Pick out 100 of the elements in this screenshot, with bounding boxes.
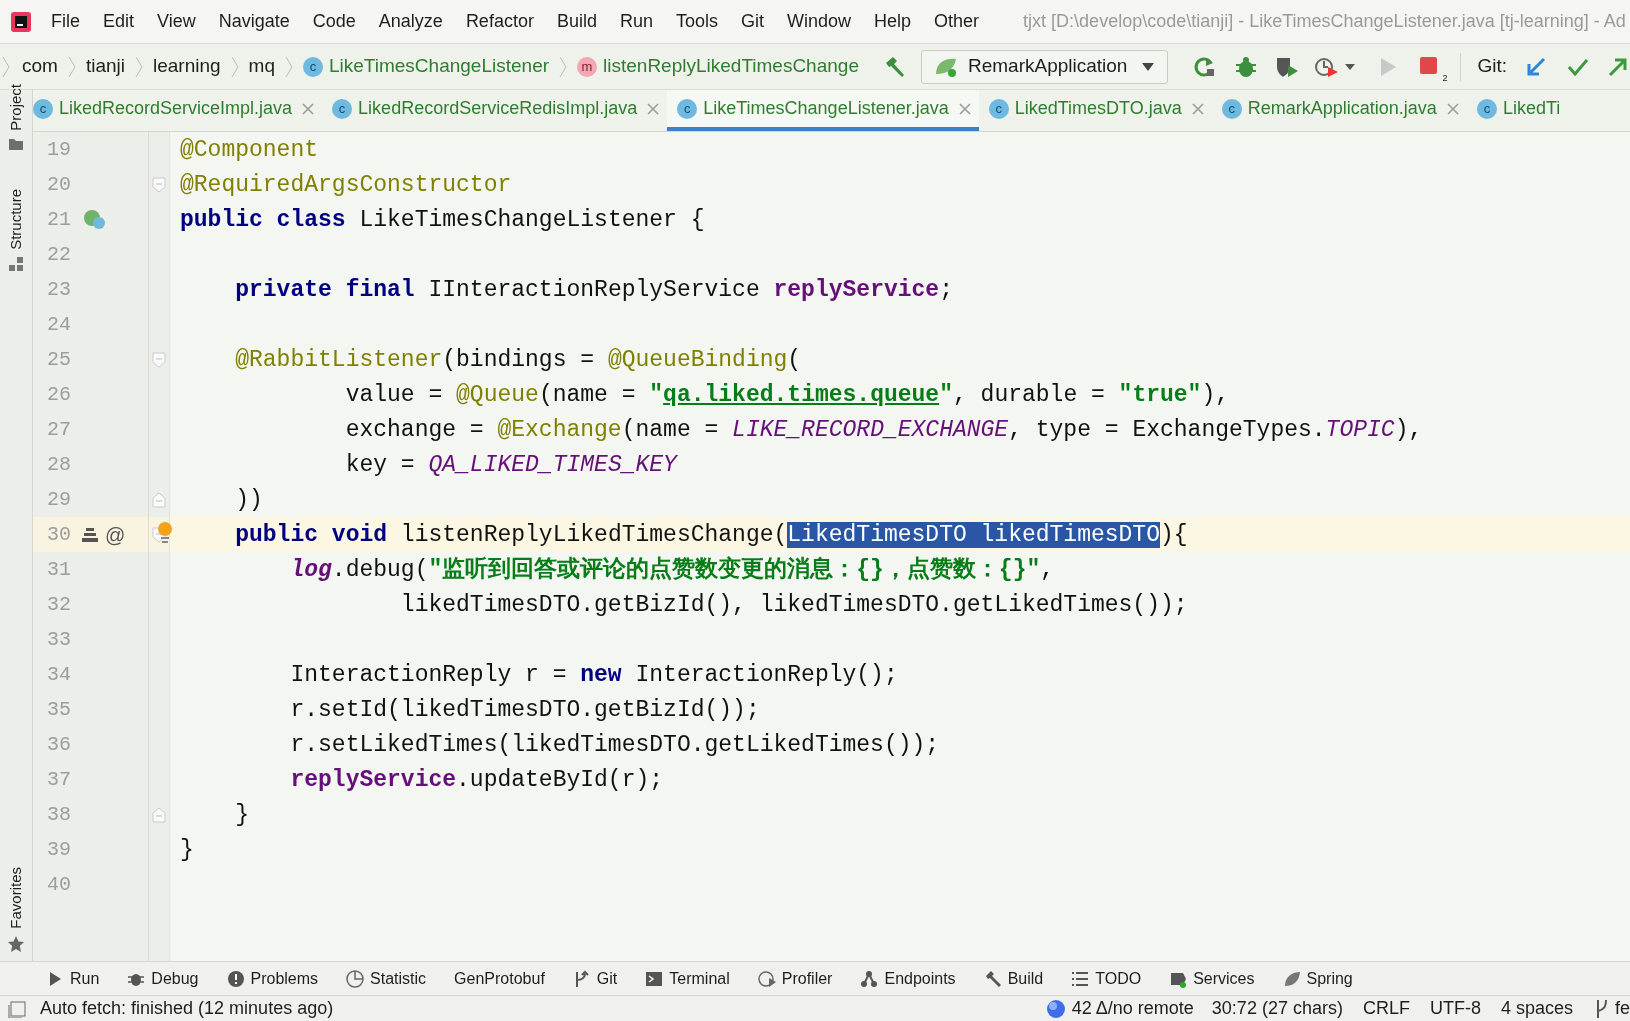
indent-setting[interactable]: 4 spaces: [1500, 996, 1573, 1021]
editor-tab[interactable]: c LikedRecordServiceRedisImpl.java: [322, 90, 668, 131]
bean-icon[interactable]: [83, 208, 107, 231]
terminal-icon: [645, 969, 664, 988]
rerun-icon[interactable]: [1192, 54, 1217, 79]
menu-item[interactable]: Window: [786, 8, 853, 35]
code-line: private final IInteractionReplyService replyService;: [234, 275, 953, 305]
tool-window-tab[interactable]: Favorites: [4, 867, 28, 953]
implements-marker[interactable]: @: [105, 519, 126, 550]
close-icon[interactable]: [1446, 102, 1459, 115]
breadcrumb-item[interactable]: mq: [248, 52, 275, 81]
tool-window-button[interactable]: Endpoints: [860, 966, 956, 991]
lightbulb-icon[interactable]: [156, 521, 174, 545]
menu-item[interactable]: Help: [873, 8, 913, 35]
line-number: 21: [46, 206, 71, 233]
close-icon[interactable]: [647, 102, 660, 115]
line-number: 28: [46, 451, 71, 478]
tool-window-button[interactable]: TODO: [1071, 966, 1142, 991]
profiler-icon: [757, 969, 776, 988]
chevron-icon: [285, 55, 293, 78]
code-line: @RabbitListener(bindings = @QueueBinding(: [234, 345, 802, 375]
close-icon[interactable]: [1191, 102, 1204, 115]
line-number: 35: [46, 696, 71, 723]
menu-item[interactable]: Tools: [674, 8, 719, 35]
tool-window-button[interactable]: Profiler: [757, 966, 833, 991]
window-title: tjxt [D:\develop\code\tianji] - LikeTimesChangeListener.java [tj-learning] - Ad: [1023, 10, 1626, 33]
code-line: replyService.updateById(r);: [289, 765, 664, 795]
tool-window-button[interactable]: Services: [1169, 966, 1255, 991]
menu-item[interactable]: View: [156, 8, 197, 35]
code-line: log.debug("监听到回答或评论的点赞数变更的消息：{}，点赞数：{}",: [289, 555, 1055, 585]
menu-item[interactable]: Edit: [102, 8, 136, 35]
tool-window-button[interactable]: Build: [983, 966, 1044, 991]
file-encoding[interactable]: UTF-8: [1429, 996, 1481, 1021]
breadcrumb-item[interactable]: com: [22, 52, 58, 81]
line-number: 33: [46, 626, 71, 653]
line-separator[interactable]: CRLF: [1362, 996, 1410, 1021]
menu-item[interactable]: Code: [311, 8, 357, 35]
stack-icon[interactable]: [81, 525, 99, 544]
chevron-icon: [230, 55, 239, 78]
line-number: 22: [46, 241, 71, 268]
code-line: }: [180, 835, 194, 865]
editor-tab[interactable]: c LikedTi: [1466, 90, 1569, 131]
code-line: r.setId(likedTimesDTO.getBizId());: [289, 695, 760, 725]
line-number: 29: [46, 486, 71, 513]
line-number: 31: [46, 556, 71, 583]
code-line: @RequiredArgsConstructor: [180, 170, 512, 200]
problems-icon: [226, 969, 245, 988]
git-branch[interactable]: fe: [1595, 996, 1630, 1021]
close-icon[interactable]: [302, 102, 315, 115]
code-line: exchange = @Exchange(name = LIKE_RECORD_EXCHANGE, type = ExchangeTypes.TOPIC),: [344, 415, 1423, 445]
class-badge-icon: c: [303, 56, 323, 77]
cursor-position[interactable]: 30:72 (27 chars): [1211, 996, 1343, 1021]
branch-icon: [1595, 998, 1609, 1019]
menu-item[interactable]: Build: [555, 8, 598, 35]
code-line: value = @Queue(name = "qa.liked.times.queue", durable = "true"),: [344, 380, 1230, 410]
git-label: Git:: [1477, 54, 1507, 79]
breadcrumb-item[interactable]: tianji: [85, 52, 125, 81]
menu-item[interactable]: Other: [933, 8, 981, 35]
app-logo-icon: [10, 10, 32, 33]
editor-tab[interactable]: c RemarkApplication.java: [1211, 90, 1467, 131]
caret-icon[interactable]: [1344, 62, 1357, 71]
code-line: r.setLikedTimes(likedTimesDTO.getLikedTimes());: [289, 730, 940, 760]
code-line: InteractionReply r = new InteractionReply();: [289, 660, 898, 690]
tool-window-tab[interactable]: Structure: [4, 188, 28, 272]
spring-icon: [1282, 969, 1301, 988]
breadcrumb-item[interactable]: learning: [153, 52, 221, 81]
caret-icon: [1141, 61, 1156, 72]
line-number: 20: [46, 171, 71, 198]
tool-window-button[interactable]: Problems: [226, 966, 319, 991]
tool-window-button[interactable]: Spring: [1282, 966, 1353, 991]
tool-window-button[interactable]: GenProtobuf: [454, 966, 545, 991]
statistic-icon: [346, 969, 365, 988]
method-badge-icon: m: [577, 56, 598, 77]
editor-tab[interactable]: c LikedRecordServiceImpl.java: [33, 90, 323, 131]
menu-item[interactable]: File: [50, 8, 81, 35]
close-icon[interactable]: [958, 102, 971, 115]
tool-window-button[interactable]: Git: [572, 966, 618, 991]
tool-window-button[interactable]: Run: [46, 966, 100, 991]
bug-icon[interactable]: [1234, 54, 1259, 79]
menu-item[interactable]: Navigate: [217, 8, 291, 35]
editor-tab[interactable]: c LikeTimesChangeListener.java: [667, 90, 979, 131]
line-number: 34: [46, 661, 71, 688]
run-config-dropdown[interactable]: RemarkApplication: [920, 49, 1169, 84]
tool-window-button[interactable]: Debug: [127, 966, 199, 991]
update-arrow-icon[interactable]: [1525, 55, 1547, 78]
tool-window-tab[interactable]: Project: [4, 84, 28, 151]
tool-window-button[interactable]: Statistic: [346, 966, 427, 991]
editor-tab[interactable]: c LikedTimesDTO.java: [978, 90, 1212, 131]
menu-item[interactable]: Analyze: [377, 8, 444, 35]
git-status[interactable]: 42 Δ/no remote: [1071, 996, 1194, 1021]
menu-item[interactable]: Run: [618, 8, 654, 35]
todo-icon: [1071, 969, 1090, 988]
breadcrumb-item[interactable]: listenReplyLikedTimesChange: [603, 52, 859, 81]
menu-item[interactable]: Refactor: [464, 8, 535, 35]
panel-toggle-icon[interactable]: [8, 999, 26, 1018]
line-number: 19: [46, 136, 71, 163]
tool-window-button[interactable]: Terminal: [645, 966, 730, 991]
star-icon: [7, 935, 25, 953]
menu-item[interactable]: Git: [740, 8, 765, 35]
breadcrumb-item[interactable]: LikeTimesChangeListener: [329, 52, 550, 81]
